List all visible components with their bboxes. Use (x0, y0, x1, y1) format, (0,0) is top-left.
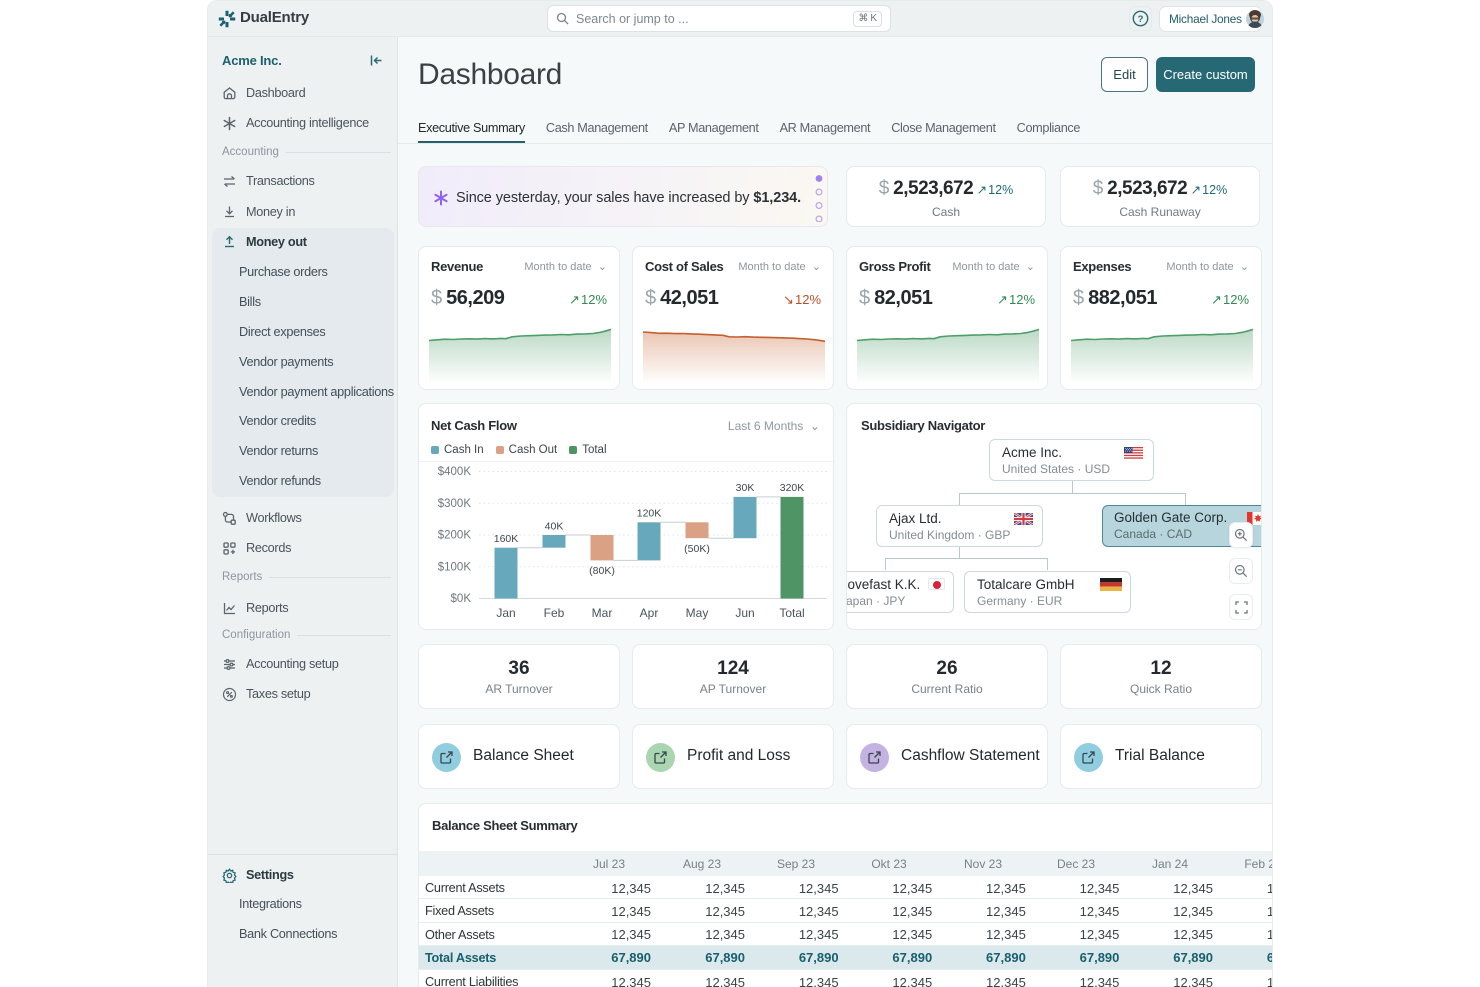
svg-text:$0K: $0K (451, 593, 472, 605)
svg-text:Apr: Apr (640, 606, 659, 620)
svg-text:Feb: Feb (544, 606, 565, 620)
svg-text:May: May (686, 606, 709, 620)
svg-text:Jan: Jan (496, 606, 515, 620)
svg-text:40K: 40K (545, 521, 564, 533)
svg-text:160K: 160K (494, 533, 519, 545)
svg-text:$100K: $100K (438, 561, 472, 573)
svg-text:?: ? (1138, 14, 1144, 25)
svg-text:120K: 120K (637, 508, 662, 520)
svg-text:$200K: $200K (438, 530, 472, 542)
svg-text:$300K: $300K (438, 498, 472, 510)
svg-text:30K: 30K (736, 482, 755, 494)
svg-text:Mar: Mar (592, 606, 613, 620)
svg-text:(80K): (80K) (589, 565, 615, 577)
svg-text:Total: Total (779, 606, 804, 620)
svg-text:320K: 320K (780, 482, 805, 494)
svg-text:Jun: Jun (735, 606, 754, 620)
svg-text:(50K): (50K) (684, 543, 710, 555)
svg-text:$400K: $400K (438, 466, 472, 478)
